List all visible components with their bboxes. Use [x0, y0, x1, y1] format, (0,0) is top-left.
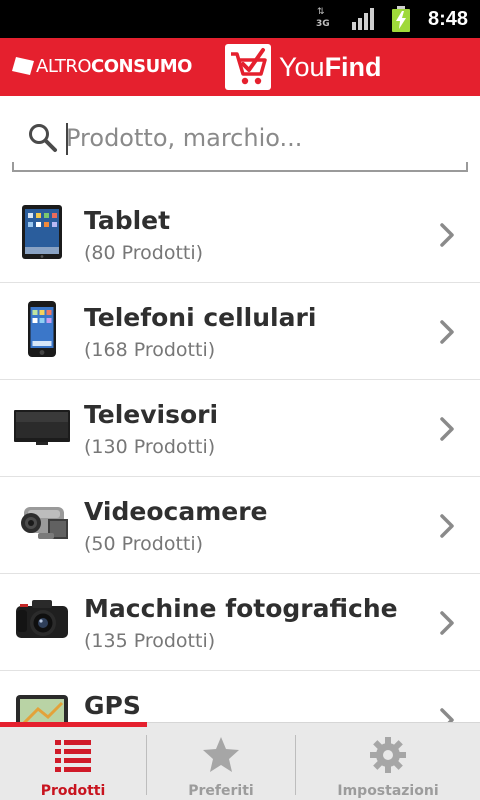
- gps-icon: [16, 695, 68, 722]
- app-name-prefix: You: [279, 52, 325, 82]
- chevron-right-icon: [440, 223, 454, 247]
- item-title: Televisori: [84, 400, 219, 429]
- clock: 8:48: [428, 8, 469, 30]
- item-title: Tablet: [84, 206, 171, 235]
- item-title: Telefoni cellulari: [84, 303, 317, 332]
- list-icon: [55, 740, 91, 772]
- network-type: 3G: [316, 19, 330, 29]
- app-header: ALTROCONSUMO YouFind: [0, 38, 480, 96]
- star-icon: [203, 737, 239, 772]
- category-list[interactable]: Tablet (80 Prodotti) Telefoni cellulari …: [0, 186, 480, 722]
- bottom-tab-bar: Prodotti Preferiti Impostazioni: [0, 722, 480, 800]
- list-item-tablet[interactable]: Tablet (80 Prodotti): [0, 186, 480, 283]
- brand-prefix: ALTRO: [36, 56, 92, 77]
- list-item-videocamere[interactable]: Videocamere (50 Prodotti): [0, 477, 480, 574]
- list-item-gps[interactable]: GPS: [0, 671, 480, 722]
- search-input[interactable]: [66, 118, 456, 158]
- cart-logo-icon: [225, 44, 271, 90]
- chevron-right-icon: [440, 708, 454, 722]
- tab-prodotti[interactable]: Prodotti: [0, 727, 146, 800]
- chevron-right-icon: [440, 417, 454, 441]
- item-count: (135 Prodotti): [84, 630, 216, 652]
- tv-icon: [14, 410, 70, 445]
- item-title: Macchine fotografiche: [84, 594, 398, 623]
- chevron-right-icon: [440, 514, 454, 538]
- item-count: (130 Prodotti): [84, 436, 216, 458]
- tab-label: Preferiti: [188, 783, 254, 799]
- item-count: (50 Prodotti): [84, 533, 204, 555]
- camcorder-icon: [21, 507, 68, 539]
- tab-preferiti[interactable]: Preferiti: [147, 727, 295, 800]
- network-indicator-icon: ⇅ 3G: [316, 7, 330, 30]
- tablet-icon: [22, 205, 62, 259]
- phone-icon: [28, 301, 56, 357]
- brand-suffix: CONSUMO: [91, 56, 192, 77]
- list-item-telefoni-cellulari[interactable]: Telefoni cellulari (168 Prodotti): [0, 283, 480, 380]
- search-field[interactable]: [12, 110, 468, 172]
- search-icon: [29, 124, 57, 152]
- item-count: (168 Prodotti): [84, 339, 216, 361]
- chevron-right-icon: [440, 611, 454, 635]
- status-bar: ⇅ 3G 8:48: [0, 0, 480, 38]
- chevron-right-icon: [440, 320, 454, 344]
- gear-icon: [370, 737, 406, 773]
- item-title: Videocamere: [84, 497, 268, 526]
- search-area: [0, 96, 480, 186]
- camera-icon: [16, 600, 68, 638]
- list-item-macchine-fotografiche[interactable]: Macchine fotografiche (135 Prodotti): [0, 574, 480, 671]
- tab-label: Impostazioni: [337, 783, 439, 799]
- item-title: GPS: [84, 691, 141, 720]
- list-item-televisori[interactable]: Televisori (130 Prodotti): [0, 380, 480, 477]
- altroconsumo-mark-icon: [12, 57, 34, 75]
- battery-charging-icon: [392, 6, 410, 32]
- tab-impostazioni[interactable]: Impostazioni: [296, 727, 480, 800]
- text-cursor: [66, 123, 68, 155]
- app-name-suffix: Find: [324, 52, 382, 82]
- signal-bars-icon: [352, 8, 376, 30]
- tab-label: Prodotti: [40, 783, 106, 799]
- item-count: (80 Prodotti): [84, 242, 204, 264]
